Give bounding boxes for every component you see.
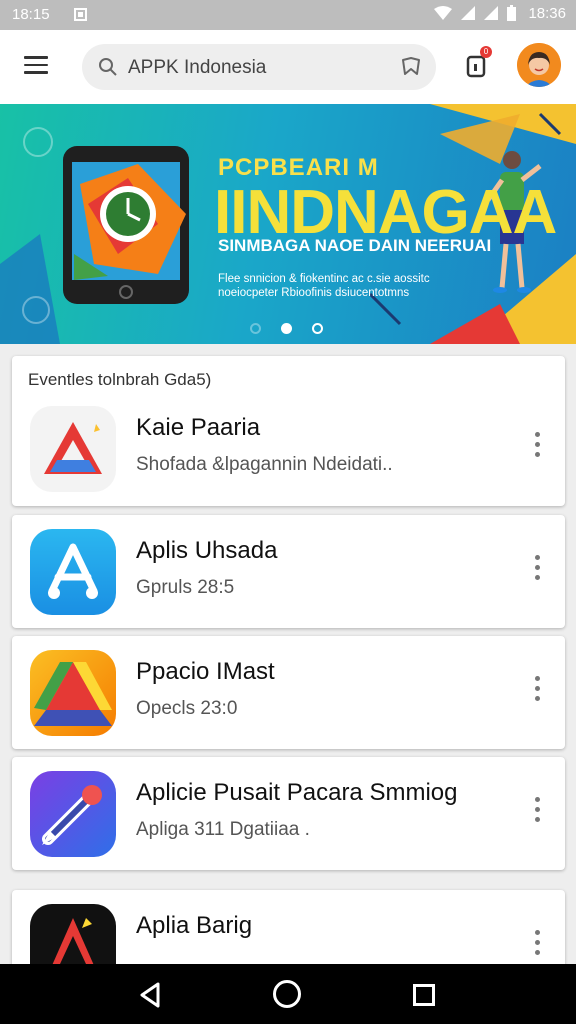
signal-icon [460,6,475,21]
app-name: Aplis Uhsada [136,537,278,564]
more-options-icon[interactable] [533,797,541,827]
wifi-icon [433,6,452,21]
promo-banner[interactable]: PCPBEARI M IINDNAGAA SINMBAGA NAOE DAIN … [0,104,576,344]
more-options-icon[interactable] [533,432,541,462]
app-meta: Gpruls 28:5 [136,577,235,598]
user-avatar-icon [517,43,561,87]
phone-illustration [63,146,189,304]
more-options-icon[interactable] [533,676,541,706]
app-meta: Opecls 23:0 [136,698,238,719]
banner-description: Flee snnicion & fiokentinc ac c.sie aoss… [218,273,430,299]
status-time: 18:15 [12,6,50,23]
notification-badge: 0 [480,46,492,58]
banner-subtitle: SINMBAGA NAOE DAIN NEERUAI [218,236,492,255]
drive-triangle-icon [30,650,116,736]
more-options-icon[interactable] [533,555,541,585]
system-nav-bar [0,964,576,1024]
home-icon[interactable] [273,980,301,1008]
battery-icon [507,5,517,22]
banner-title: IINDNAGAA [214,178,557,247]
more-options-icon[interactable] [533,930,541,960]
menu-icon[interactable] [24,56,48,78]
voice-search-icon[interactable] [400,56,422,78]
recent-apps-icon[interactable] [413,984,435,1006]
app-meta: Apliga 311 Dgatiiaa . [136,819,310,840]
carousel-dot[interactable] [312,323,323,335]
app-bar: 0 [0,30,576,104]
delta-logo-icon [30,406,116,492]
app-name: Ppacio IMast [136,658,275,685]
search-icon [99,58,117,76]
signal-icon-2 [484,6,499,21]
list-item[interactable]: Ppacio IMast Opecls 23:0 [12,636,565,749]
list-item[interactable]: Kaie Paaria Shofada &lpagannin Ndeidati.… [12,392,565,505]
status-bar: 18:15 18:36 [0,0,576,30]
carousel-indicator [250,320,343,338]
notifications-button[interactable]: 0 [466,46,492,80]
search-bar[interactable] [82,44,436,90]
status-icons: 18:36 [429,4,566,26]
carousel-dot-active[interactable] [281,323,292,335]
app-name: Aplicie Pusait Pacara Smmiog [136,779,458,806]
app-name: Kaie Paaria [136,414,261,441]
notification-square-icon [74,8,87,21]
section-title: Eventles tolnbrah Gda5) [28,370,212,389]
list-item[interactable]: Aplis Uhsada Gpruls 28:5 [12,515,565,628]
search-input[interactable] [126,53,380,83]
avatar[interactable] [517,43,561,87]
app-name: Aplia Barig [136,912,253,939]
app-store-icon [30,529,116,615]
app-meta: Shofada &lpagannin Ndeidati.. [136,454,393,475]
app-list-section: Eventles tolnbrah Gda5) Kaie Paaria Shof… [12,356,565,506]
list-item[interactable]: Aplicie Pusait Pacara Smmiog Apliga 311 … [12,757,565,870]
pen-icon [30,771,116,857]
status-time-right: 18:36 [528,4,566,22]
carousel-dot[interactable] [250,323,261,335]
back-icon[interactable] [138,982,162,1008]
